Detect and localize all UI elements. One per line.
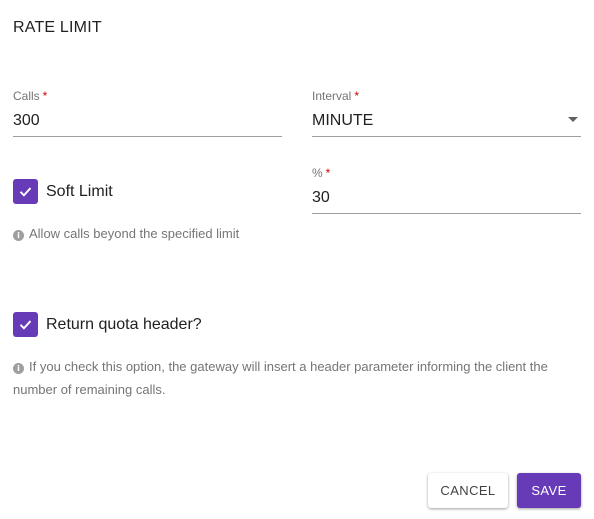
required-mark: * (325, 166, 331, 180)
dialog-title: RATE LIMIT (13, 19, 102, 36)
quota-header-hint-text: If you check this option, the gateway wi… (13, 359, 548, 397)
soft-limit-hint: i Allow calls beyond the specified limit (13, 222, 293, 245)
percent-input[interactable]: 30 (312, 188, 581, 208)
calls-label: Calls * (13, 89, 48, 103)
info-icon: i (13, 230, 24, 241)
interval-value[interactable]: MINUTE (312, 111, 581, 131)
check-icon (19, 187, 32, 197)
interval-select[interactable]: Interval * MINUTE (312, 89, 581, 137)
required-mark: * (354, 89, 360, 103)
percent-label: % * (312, 166, 331, 180)
calls-field[interactable]: Calls * 300 (13, 89, 282, 137)
percent-field[interactable]: % * 30 (312, 166, 581, 214)
info-icon: i (13, 363, 24, 374)
caret-down-icon[interactable] (568, 117, 578, 122)
soft-limit-toggle[interactable]: Soft Limit (13, 179, 113, 204)
quota-header-checkbox[interactable] (13, 312, 38, 337)
quota-header-toggle[interactable]: Return quota header? (13, 312, 202, 337)
percent-underline (312, 213, 581, 214)
check-icon (19, 320, 32, 330)
soft-limit-hint-text: Allow calls beyond the specified limit (29, 226, 240, 241)
quota-header-hint: i If you check this option, the gateway w… (13, 355, 581, 401)
quota-header-label: Return quota header? (46, 315, 202, 333)
calls-underline (13, 136, 282, 137)
soft-limit-label: Soft Limit (46, 182, 113, 200)
interval-label: Interval * (312, 89, 360, 103)
soft-limit-checkbox[interactable] (13, 179, 38, 204)
calls-input[interactable]: 300 (13, 111, 282, 131)
save-button[interactable]: SAVE (517, 473, 581, 508)
interval-underline (312, 136, 581, 137)
cancel-button[interactable]: CANCEL (428, 473, 508, 508)
required-mark: * (42, 89, 48, 103)
